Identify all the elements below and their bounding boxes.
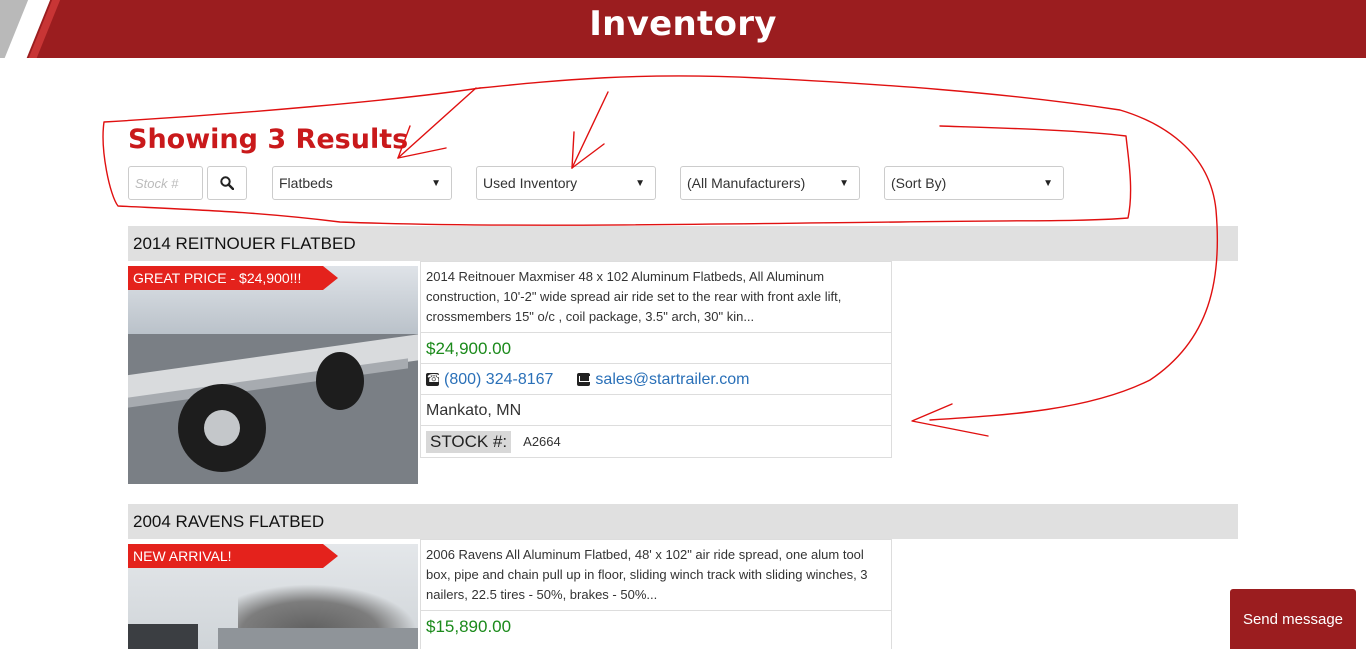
listing-photo[interactable]: NEW ARRIVAL! [128,544,418,649]
listing-location: Mankato, MN [421,395,891,426]
search-button[interactable] [207,166,247,200]
listing-badge: GREAT PRICE - $24,900!!! [128,266,338,290]
listing-price: $15,890.00 [426,617,512,636]
sort-value: (Sort By) [891,175,947,191]
caret-down-icon: ▼ [431,177,441,189]
condition-value: Used Inventory [483,175,578,191]
page-header: Inventory [0,0,1366,58]
listing-title[interactable]: 2004 RAVENS FLATBED [128,504,1238,539]
listing-details: 2014 Reitnouer Maxmiser 48 x 102 Aluminu… [420,261,892,458]
page-title: Inventory [589,4,777,44]
phone-link[interactable]: (800) 324-8167 [444,364,553,395]
caret-down-icon: ▼ [635,177,645,189]
listing-badge: NEW ARRIVAL! [128,544,338,568]
mail-icon [577,372,591,386]
stock-number: A2664 [523,434,561,449]
listing-description: 2006 Ravens All Aluminum Flatbed, 48' x … [421,540,891,611]
phone-icon [426,371,441,387]
trailer-type-value: Flatbeds [279,175,333,191]
listing-contact: (800) 324-8167 sales@startrailer.com [421,364,891,395]
send-message-button[interactable]: Send message [1230,589,1356,649]
listing-title[interactable]: 2014 REITNOUER FLATBED [128,226,1238,261]
listing-price: $24,900.00 [421,333,891,364]
search-icon [220,176,234,190]
stock-label: STOCK #: [426,430,512,453]
trailer-type-select[interactable]: Flatbeds ▼ [272,166,452,200]
listing-stock: STOCK #: A2664 [421,426,891,457]
listing-photo[interactable]: GREAT PRICE - $24,900!!! [128,266,418,484]
caret-down-icon: ▼ [839,177,849,189]
email-link[interactable]: sales@startrailer.com [595,364,749,395]
sort-select[interactable]: (Sort By) ▼ [884,166,1064,200]
results-count-heading: Showing 3 Results [128,124,409,155]
condition-select[interactable]: Used Inventory ▼ [476,166,656,200]
listing-description: 2014 Reitnouer Maxmiser 48 x 102 Aluminu… [421,262,891,333]
listing-details: 2006 Ravens All Aluminum Flatbed, 48' x … [420,539,892,649]
stock-number-input[interactable] [128,166,203,200]
manufacturer-select[interactable]: (All Manufacturers) ▼ [680,166,860,200]
manufacturer-value: (All Manufacturers) [687,175,806,191]
caret-down-icon: ▼ [1043,177,1053,189]
